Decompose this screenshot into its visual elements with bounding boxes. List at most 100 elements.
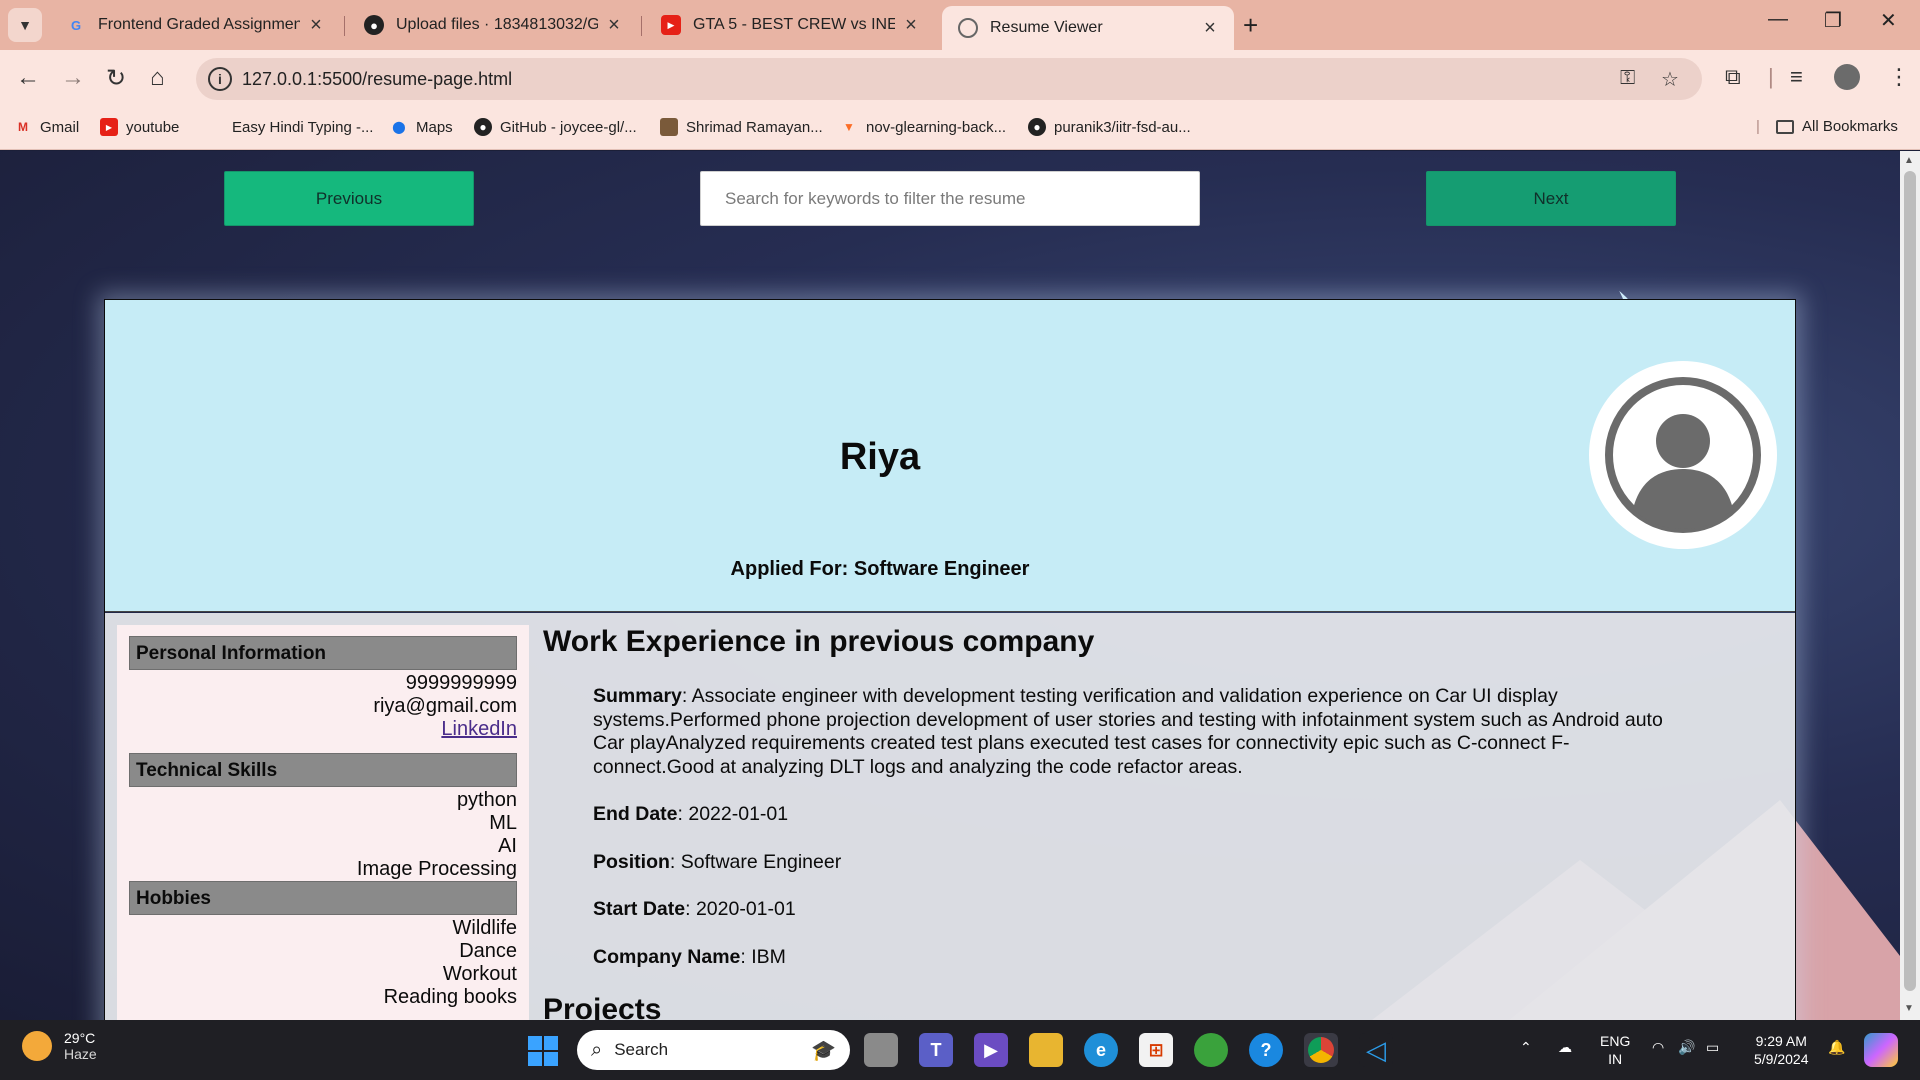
hobby-item: Workout (442, 963, 517, 985)
github-icon: ● (1028, 118, 1046, 136)
close-icon[interactable]: × (604, 14, 624, 37)
scroll-up-arrow-icon[interactable]: ▲ (1904, 155, 1914, 166)
work-experience-details: Summary: Associate engineer with develop… (593, 685, 1663, 969)
spring-tool-icon[interactable] (1194, 1033, 1228, 1067)
avatar (1589, 361, 1777, 549)
reload-icon[interactable]: ↻ (106, 64, 126, 93)
edge-icon[interactable]: e (1084, 1033, 1118, 1067)
tab-search-button[interactable]: ▼ (8, 8, 42, 42)
hobby-item: Wildlife (452, 917, 517, 939)
url-text[interactable]: 127.0.0.1:5500/resume-page.html (242, 69, 512, 90)
search-icon: ⌕ (591, 1038, 603, 1061)
key-icon[interactable]: ⚿ (1620, 67, 1635, 90)
email-address: riya@gmail.com (373, 695, 517, 717)
resume-body: Personal Information 9999999999 riya@gma… (105, 613, 1795, 1020)
help-icon[interactable]: ? (1249, 1033, 1283, 1067)
back-arrow-icon[interactable]: ← (16, 64, 40, 92)
linkedin-link[interactable]: LinkedIn (441, 718, 517, 740)
tab-separator (344, 16, 345, 36)
windows-start-icon[interactable] (528, 1036, 558, 1066)
bookmark-shrimad-ramayan[interactable]: Shrimad Ramayan... (660, 118, 823, 136)
tab-frontend-assignment[interactable]: G Frontend Graded Assignment - × (50, 6, 340, 44)
home-icon[interactable]: ⌂ (150, 64, 165, 92)
bookmark-nov-glearning[interactable]: ▼ nov-glearning-back... (840, 118, 1006, 136)
weather-widget[interactable]: 29°C Haze (22, 1030, 97, 1062)
gmail-icon: M (18, 120, 28, 134)
resume-search-input[interactable] (700, 171, 1200, 226)
minimize-icon[interactable]: — (1768, 8, 1788, 31)
notification-bell-icon[interactable]: 🔔 (1828, 1038, 1845, 1056)
clipchamp-icon[interactable]: ▶ (974, 1033, 1008, 1067)
vscode-icon[interactable]: ◁ (1359, 1033, 1393, 1067)
bookmark-star-icon[interactable]: ☆ (1661, 67, 1679, 92)
bookmark-github-joycee[interactable]: ● GitHub - joycee-gl/... (474, 118, 637, 136)
extensions-puzzle-icon[interactable]: ⧉ (1725, 64, 1741, 90)
volume-icon[interactable]: 🔊 (1678, 1038, 1695, 1056)
bookmarks-divider: | (1756, 118, 1760, 135)
bookmark-puranik3[interactable]: ● puranik3/iitr-fsd-au... (1028, 118, 1191, 136)
bookmark-easy-hindi-typing[interactable]: Easy Hindi Typing -... (206, 118, 373, 136)
graduation-cap-icon: 🎓 (811, 1039, 836, 1062)
next-button[interactable]: Next (1426, 171, 1676, 226)
show-hidden-icons-icon[interactable]: ⌃ (1520, 1038, 1532, 1056)
phone-number: 9999999999 (405, 672, 517, 694)
profile-avatar-icon[interactable] (1834, 64, 1860, 90)
technical-skills-list: python ML AI Image Processing (129, 787, 517, 881)
language-indicator[interactable]: ENG IN (1600, 1032, 1630, 1068)
google-icon: G (70, 17, 82, 33)
menu-kebab-icon[interactable]: ⋮ (1888, 64, 1910, 90)
github-icon: ● (364, 15, 384, 35)
file-explorer-icon[interactable] (1029, 1033, 1063, 1067)
close-icon[interactable]: × (1200, 17, 1220, 40)
skill-item: ML (489, 812, 517, 834)
maps-pin-icon: ⬤ (392, 120, 406, 134)
onedrive-icon[interactable]: ☁ (1558, 1038, 1572, 1056)
restore-icon[interactable]: ❐ (1824, 8, 1842, 33)
teams-icon[interactable]: T (919, 1033, 953, 1067)
forward-arrow-icon[interactable]: → (61, 64, 85, 92)
toolbar-divider: | (1768, 64, 1774, 89)
bookmark-gmail[interactable]: M Gmail (14, 118, 79, 136)
media-control-icon[interactable]: ≡ (1790, 64, 1803, 90)
close-icon[interactable]: × (901, 14, 921, 37)
bookmark-maps[interactable]: ⬤ Maps (390, 118, 452, 136)
chrome-icon[interactable] (1304, 1033, 1338, 1067)
close-window-icon[interactable]: ✕ (1880, 8, 1897, 33)
previous-button[interactable]: Previous (224, 171, 474, 226)
temperature: 29°C (64, 1030, 96, 1046)
copilot-icon[interactable] (1864, 1033, 1898, 1067)
bookmarks-bar: M Gmail ▶ youtube Easy Hindi Typing -...… (0, 108, 1920, 150)
hobby-item: Dance (459, 940, 517, 962)
applied-for: Applied For: Software Engineer (730, 558, 1030, 580)
clock[interactable]: 9:29 AM 5/9/2024 (1754, 1032, 1809, 1068)
blank-icon (206, 118, 224, 136)
scrollbar-thumb[interactable] (1904, 171, 1916, 991)
site-icon (660, 118, 678, 136)
hobby-item: Reading books (383, 986, 517, 1008)
tab-upload-files[interactable]: ● Upload files · 1834813032/G2F × (348, 6, 638, 44)
page-scrollbar[interactable]: ▲ ▼ (1900, 151, 1920, 1020)
task-view-icon[interactable] (864, 1033, 898, 1067)
bookmark-youtube[interactable]: ▶ youtube (100, 118, 179, 136)
wifi-icon[interactable]: ◠ (1652, 1038, 1664, 1056)
microsoft-store-icon[interactable]: ⊞ (1139, 1033, 1173, 1067)
resume-card: Riya Applied For: Software Engineer Pers… (104, 299, 1796, 1020)
address-bar[interactable]: i 127.0.0.1:5500/resume-page.html ⚿ ☆ (196, 58, 1702, 100)
tab-youtube-gta[interactable]: ▶ GTA 5 - BEST CREW vs INEXPER × (645, 6, 935, 44)
scroll-down-arrow-icon[interactable]: ▼ (1904, 1003, 1914, 1014)
site-info-icon[interactable]: i (208, 67, 232, 91)
hobbies-list: Wildlife Dance Workout Reading books (129, 915, 517, 1009)
new-tab-button[interactable]: + (1243, 10, 1258, 41)
tab-resume-viewer[interactable]: Resume Viewer × (942, 6, 1234, 50)
summary-row: Summary: Associate engineer with develop… (593, 685, 1663, 778)
globe-icon (958, 18, 978, 38)
battery-icon[interactable]: ▭ (1706, 1038, 1719, 1056)
skill-item: python (456, 789, 517, 811)
close-icon[interactable]: × (306, 14, 326, 37)
start-date-row: Start Date: 2020-01-01 (593, 898, 796, 920)
taskbar-search[interactable]: ⌕ Search 🎓 (577, 1030, 850, 1070)
browser-toolbar: ← → ↻ ⌂ i 127.0.0.1:5500/resume-page.htm… (0, 50, 1920, 108)
resume-main: Work Experience in previous company Summ… (543, 613, 1763, 1020)
all-bookmarks-button[interactable]: All Bookmarks (1776, 118, 1898, 135)
gitlab-icon: ▼ (843, 120, 855, 134)
